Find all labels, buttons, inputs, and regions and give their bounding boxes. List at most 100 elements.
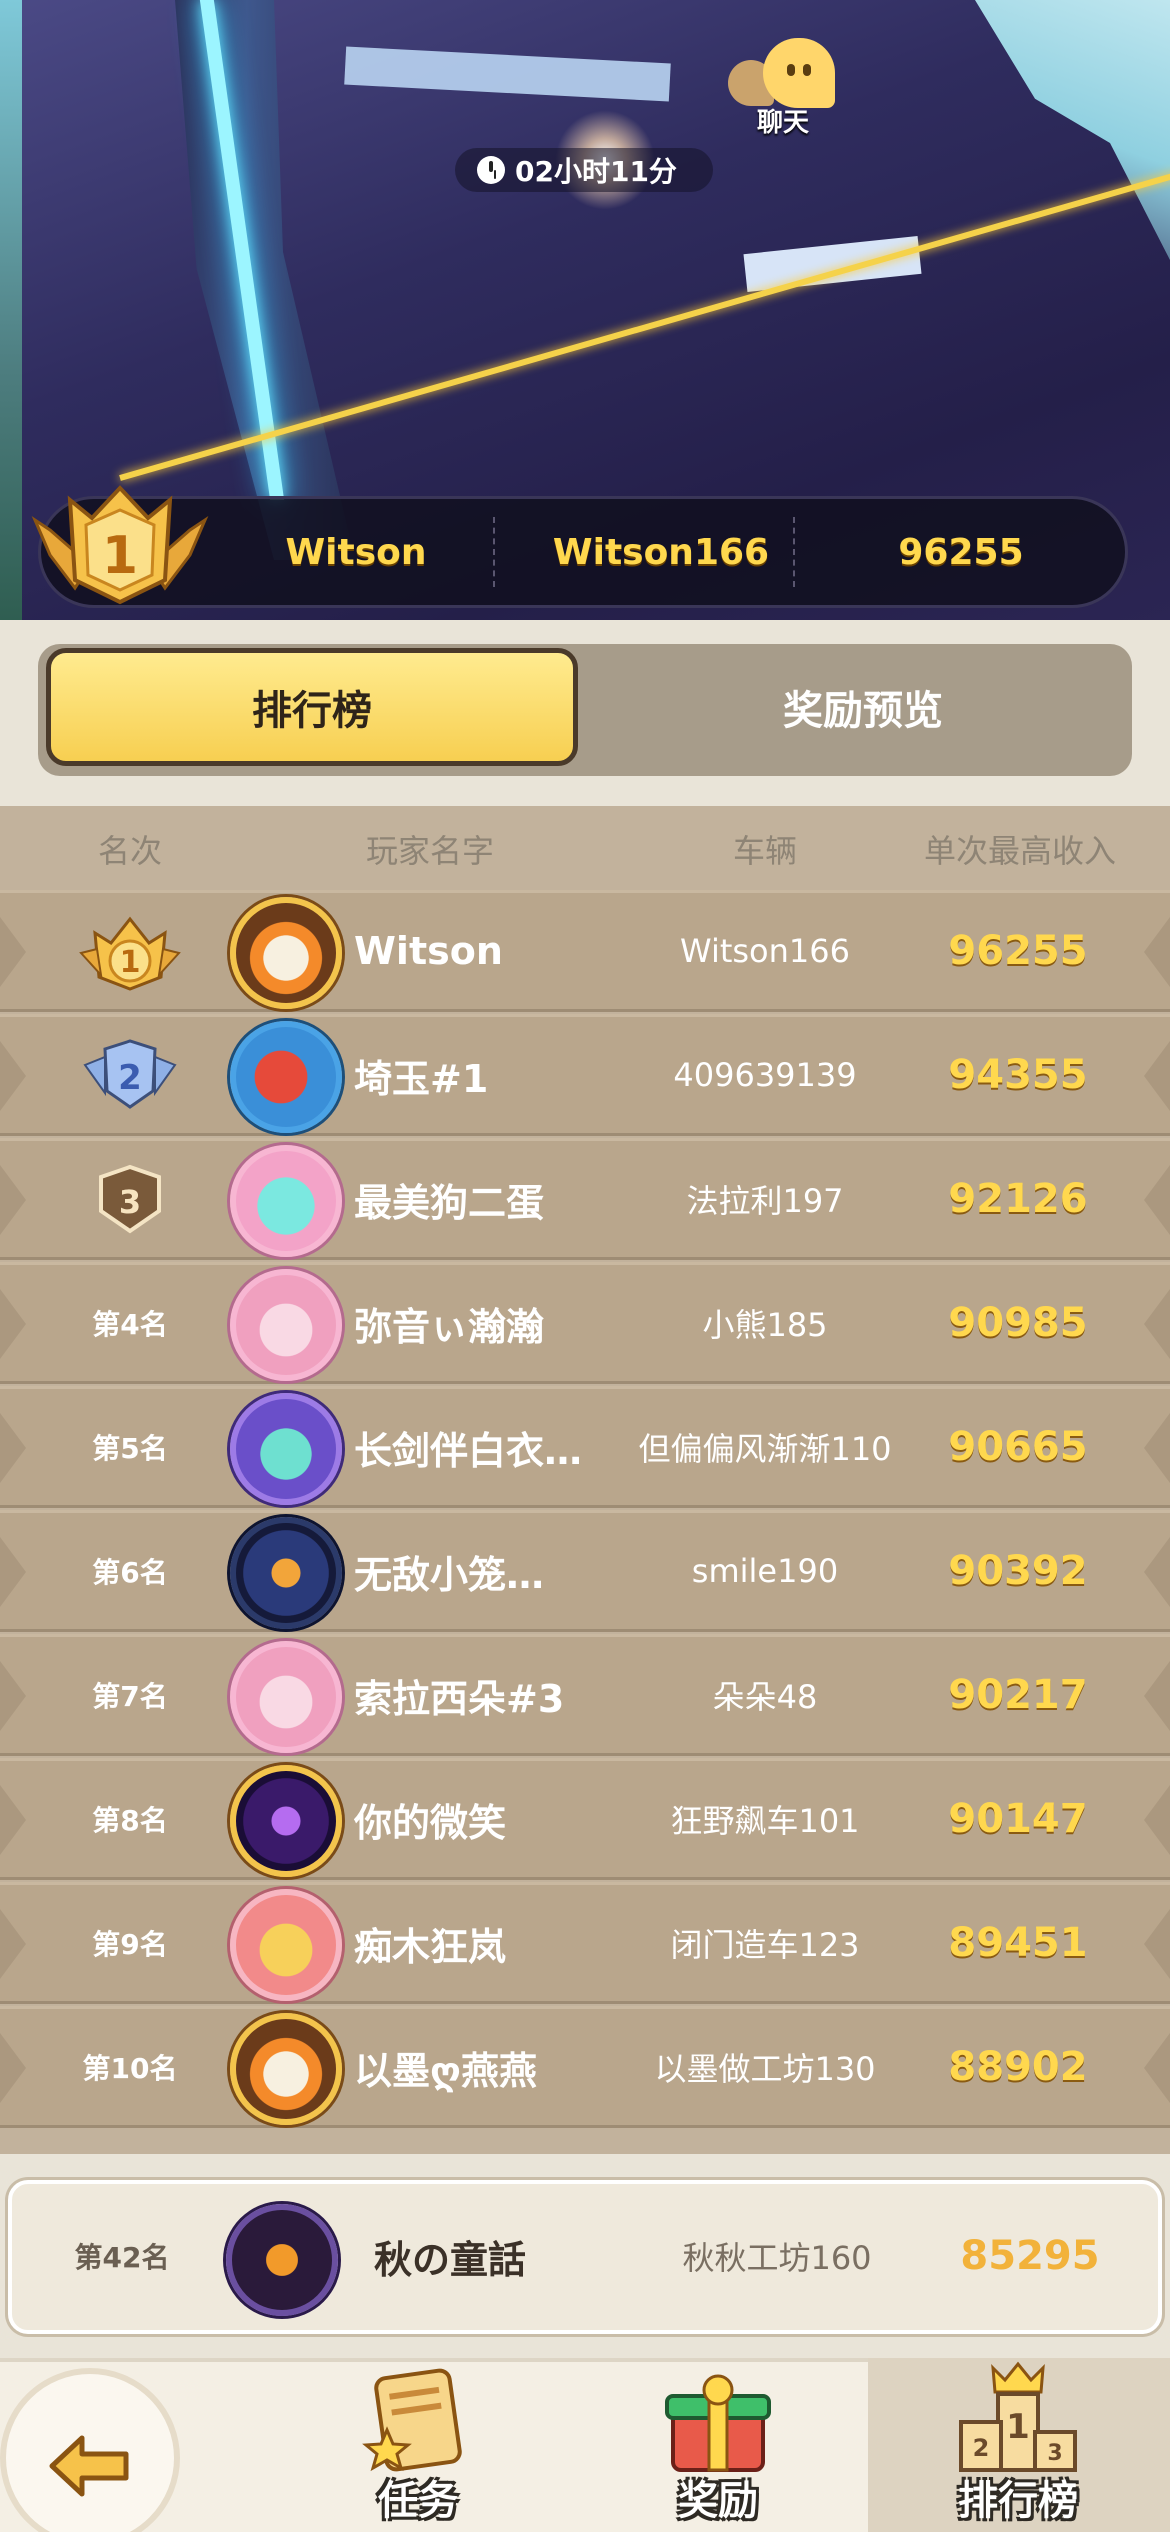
rank-label: 第10名: [82, 2052, 178, 2085]
header-rank: 名次: [97, 832, 162, 870]
table-row[interactable]: 1 Witson Witson166 96255: [0, 890, 1170, 1012]
avatar[interactable]: [230, 897, 342, 1009]
table-row[interactable]: 第10名 以墨ღ燕燕 以墨做工坊130 88902: [0, 2006, 1170, 2128]
rank-label: 第8名: [92, 1804, 168, 1837]
table-row[interactable]: 第9名 痴木狂岚 闭门造车123 89451: [0, 1882, 1170, 2004]
table-row[interactable]: 第8名 你的微笑 狂野飙车101 90147: [0, 1758, 1170, 1880]
svg-text:3: 3: [1047, 2441, 1062, 2466]
score-value: 90392: [948, 1548, 1088, 1594]
game-scene: 02小时11分 聊天 Witson Witson166 96255 1: [0, 0, 1170, 620]
vehicle-name: 但偏偏风渐渐110: [638, 1430, 892, 1468]
score-value: 90985: [948, 1300, 1088, 1346]
rank-label: 第5名: [92, 1432, 168, 1465]
bronze-shield-medal-icon: 3: [99, 1164, 161, 1234]
bottom-nav: 任务 奖励 1 2 3 排行榜: [0, 2350, 1170, 2532]
svg-text:1: 1: [102, 526, 138, 586]
table-row[interactable]: 第4名 弥音ぃ瀚瀚 小熊185 90985: [0, 1262, 1170, 1384]
avatar[interactable]: [230, 1889, 342, 2001]
player-name: 长剑伴白衣…: [354, 1428, 583, 1473]
vehicle-name: Witson166: [680, 932, 850, 970]
gift-box-icon: [665, 2374, 771, 2472]
avatar[interactable]: [230, 1145, 342, 1257]
avatar[interactable]: [230, 1393, 342, 1505]
score-value: 85295: [960, 2233, 1100, 2279]
table-row[interactable]: 第6名 无敌小笼… smile190 90392: [0, 1510, 1170, 1632]
header-player: 玩家名字: [365, 832, 494, 870]
player-name: 埼玉#1: [354, 1056, 489, 1101]
vehicle-name: smile190: [691, 1552, 839, 1590]
vehicle-name: 朵朵48: [712, 1678, 818, 1716]
score-value: 96255: [948, 928, 1088, 974]
player-name: 最美狗二蛋: [354, 1180, 545, 1225]
divider: [793, 517, 795, 587]
table-row[interactable]: 第7名 索拉西朵#3 朵朵48 90217: [0, 1634, 1170, 1756]
top-player-vehicle: Witson166: [552, 531, 770, 573]
divider: [493, 517, 495, 587]
podium-trophy-icon: 1 2 3: [959, 2361, 1077, 2472]
rank-cell: 3: [60, 1141, 200, 1257]
header-vehicle: 车辆: [732, 832, 797, 870]
leaderboard-table[interactable]: 名次 玩家名字 车辆 单次最高收入 1 Witson Witson166 962…: [0, 806, 1170, 2154]
timer-text: 02小时11分: [515, 155, 677, 188]
svg-text:2: 2: [973, 2434, 990, 2462]
avatar[interactable]: [230, 1269, 342, 1381]
silver-shield-medal-icon: 2: [83, 1039, 177, 1109]
nav-rewards-label: 奖励: [678, 2478, 758, 2524]
avatar[interactable]: [230, 2013, 342, 2125]
avatar[interactable]: [230, 1021, 342, 1133]
avatar[interactable]: [230, 1517, 342, 1629]
table-header: 名次 玩家名字 车辆 单次最高收入: [0, 806, 1170, 888]
vehicle-name: 法拉利197: [686, 1182, 844, 1220]
svg-text:1: 1: [1006, 2407, 1030, 2447]
rank-1-crown-badge-icon: 1: [31, 485, 209, 605]
header-score: 单次最高收入: [923, 832, 1116, 870]
scene-plank: [743, 235, 922, 293]
top-player-name: Witson: [285, 531, 427, 573]
player-name: 弥音ぃ瀚瀚: [354, 1304, 545, 1349]
vehicle-name: 秋秋工坊160: [682, 2239, 872, 2277]
nav-tasks[interactable]: 任务: [308, 2360, 528, 2532]
svg-text:2: 2: [118, 1058, 142, 1098]
task-scroll-icon: [362, 2368, 462, 2472]
top-player-score: 96255: [898, 531, 1024, 573]
vehicle-name: 409639139: [673, 1056, 857, 1094]
rank-cell: 2: [60, 1017, 200, 1133]
chat-label: 聊天: [756, 108, 809, 138]
clock-icon: [477, 156, 505, 184]
table-row[interactable]: 2 埼玉#1 409639139 94355: [0, 1014, 1170, 1136]
vehicle-name: 小熊185: [702, 1306, 828, 1344]
chat-button[interactable]: 聊天: [728, 30, 848, 140]
table-row[interactable]: 3 最美狗二蛋 法拉利197 92126: [0, 1138, 1170, 1260]
vehicle-name: 狂野飙车101: [670, 1802, 860, 1840]
rank-label: 第9名: [92, 1928, 168, 1961]
gold-crown-medal-icon: 1: [79, 916, 181, 991]
score-value: 94355: [948, 1052, 1088, 1098]
chat-face-icon: [763, 38, 835, 108]
tab-leaderboard[interactable]: 排行榜: [46, 648, 578, 766]
avatar[interactable]: [230, 1641, 342, 1753]
player-name: Witson: [354, 929, 503, 973]
score-value: 90665: [948, 1424, 1088, 1470]
vehicle-name: 以墨做工坊130: [654, 2050, 876, 2088]
back-arrow-icon: [49, 2435, 129, 2497]
table-row[interactable]: 第5名 长剑伴白衣… 但偏偏风渐渐110 90665: [0, 1386, 1170, 1508]
nav-tasks-label: 任务: [378, 2478, 458, 2524]
nav-leaderboard-label: 排行榜: [958, 2478, 1078, 2524]
tab-reward-preview[interactable]: 奖励预览: [598, 648, 1128, 766]
nav-leaderboard[interactable]: 1 2 3 排行榜: [908, 2360, 1128, 2532]
countdown-timer: 02小时11分: [455, 148, 713, 192]
player-name: 索拉西朵#3: [354, 1676, 565, 1721]
scene-plank: [344, 46, 671, 102]
svg-text:3: 3: [119, 1183, 141, 1221]
nav-rewards[interactable]: 奖励: [608, 2360, 828, 2532]
player-name: 你的微笑: [354, 1800, 507, 1845]
avatar[interactable]: [230, 1765, 342, 1877]
player-name: 痴木狂岚: [354, 1924, 507, 1969]
vehicle-name: 闭门造车123: [670, 1926, 860, 1964]
avatar[interactable]: [226, 2204, 338, 2316]
score-value: 92126: [948, 1176, 1088, 1222]
player-name: 以墨ღ燕燕: [354, 2048, 537, 2093]
tab-bar: 排行榜 奖励预览: [0, 620, 1170, 806]
score-value: 89451: [948, 1920, 1088, 1966]
my-rank-row[interactable]: 第42名 秋の童話 秋秋工坊160 85295: [8, 2180, 1162, 2334]
